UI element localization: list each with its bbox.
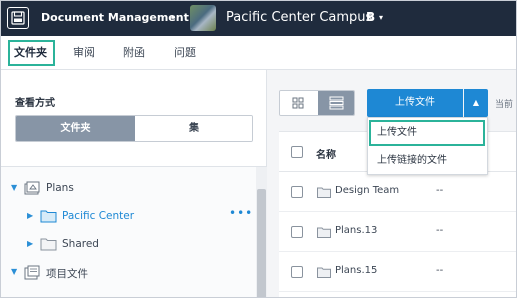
file-name[interactable]: Design Team: [335, 185, 399, 196]
tab-reviews[interactable]: 审阅: [73, 36, 95, 70]
tab-bar: 文件夹 审阅 附函 问题: [1, 36, 516, 70]
app-switcher-caret-icon[interactable]: ▾: [171, 13, 175, 22]
tree-item-shared[interactable]: ▶ Shared: [1, 233, 256, 257]
tab-transmittals[interactable]: 附函: [123, 36, 145, 70]
file-value: --: [436, 265, 444, 276]
plans-folder-icon: [24, 181, 40, 199]
file-name[interactable]: Plans.13: [335, 225, 377, 236]
row-checkbox[interactable]: [291, 226, 303, 238]
folder-panel: 查看方式 文件夹 集 ▼ Plans ▶ Pacific Center ••• …: [1, 70, 267, 297]
upload-files-button[interactable]: 上传文件: [367, 89, 463, 117]
project-logo: B: [366, 10, 376, 24]
document-management-icon[interactable]: [7, 7, 29, 29]
app-name[interactable]: Document Management: [41, 11, 189, 24]
folder-icon: [40, 237, 57, 254]
file-name[interactable]: Plans.15: [335, 265, 377, 276]
menu-item-upload-files[interactable]: 上传文件: [368, 119, 487, 147]
tab-label: 附函: [123, 46, 145, 59]
top-bar: Document Management ▾ Pacific Center Cam…: [1, 1, 516, 36]
tree-scrollbar[interactable]: [256, 167, 267, 297]
menu-item-label: 上传链接的文件: [377, 155, 447, 166]
expand-arrow-icon[interactable]: ▼: [11, 183, 17, 192]
segment-folders[interactable]: 文件夹: [16, 116, 135, 141]
tab-highlight: [8, 40, 55, 66]
view-toggle: [279, 90, 355, 116]
list-view-icon[interactable]: [318, 91, 354, 115]
upload-menu-caret-icon[interactable]: ▲: [464, 89, 488, 117]
tab-label: 审阅: [73, 46, 95, 59]
tab-issues[interactable]: 问题: [174, 36, 196, 70]
tree-item-plans[interactable]: ▼ Plans: [1, 177, 256, 201]
folder-icon: [40, 209, 57, 226]
folder-icon: [317, 267, 331, 281]
upload-dropdown-menu: 上传文件 上传链接的文件: [367, 117, 488, 175]
view-by-segmented-control: 文件夹 集: [15, 115, 253, 142]
grid-view-icon[interactable]: [280, 91, 317, 115]
select-all-checkbox[interactable]: [291, 146, 303, 158]
tree-item-label: Pacific Center: [62, 210, 135, 222]
view-by-title: 查看方式: [15, 98, 55, 109]
row-checkbox[interactable]: [291, 266, 303, 278]
more-options-icon[interactable]: •••: [229, 206, 253, 220]
table-row[interactable]: Plans.13 --: [279, 212, 516, 252]
tree-item-project-files[interactable]: ▼ 项目文件: [1, 261, 256, 285]
column-header-name[interactable]: 名称: [316, 146, 336, 161]
project-thumbnail: [190, 5, 216, 31]
folder-tree: ▼ Plans ▶ Pacific Center ••• ▶ Shared ▼ …: [1, 167, 267, 297]
collapse-arrow-icon[interactable]: ▶: [27, 239, 33, 248]
content-panel: 上传文件 ▲ 当前 名称 Design Team -- Plans.13 -- …: [267, 70, 516, 297]
segment-sets[interactable]: 集: [135, 116, 252, 141]
tab-label: 问题: [174, 46, 196, 59]
collapse-arrow-icon[interactable]: ▶: [27, 211, 33, 220]
expand-arrow-icon[interactable]: ▼: [11, 267, 17, 276]
row-checkbox[interactable]: [291, 186, 303, 198]
tree-item-label: Plans: [46, 182, 74, 194]
table-row[interactable]: Plans.15 --: [279, 252, 516, 292]
tree-item-label: 项目文件: [46, 268, 88, 280]
app-window: Document Management ▾ Pacific Center Cam…: [0, 0, 517, 298]
table-row[interactable]: Design Team --: [279, 172, 516, 212]
project-name[interactable]: Pacific Center Campus: [226, 10, 372, 25]
menu-item-highlight: [369, 120, 485, 146]
folder-icon: [317, 187, 331, 201]
file-value: --: [436, 185, 444, 196]
tree-item-pacific-center[interactable]: ▶ Pacific Center •••: [1, 205, 256, 229]
menu-item-upload-linked-files[interactable]: 上传链接的文件: [368, 147, 487, 175]
project-switcher-caret-icon[interactable]: ▾: [379, 13, 383, 22]
tab-folders[interactable]: 文件夹: [8, 36, 55, 70]
project-files-icon: [24, 265, 40, 283]
file-value: --: [436, 225, 444, 236]
current-label: 当前: [495, 100, 514, 110]
tree-item-label: Shared: [62, 238, 99, 250]
scrollbar-thumb[interactable]: [257, 189, 266, 297]
folder-icon: [317, 227, 331, 241]
